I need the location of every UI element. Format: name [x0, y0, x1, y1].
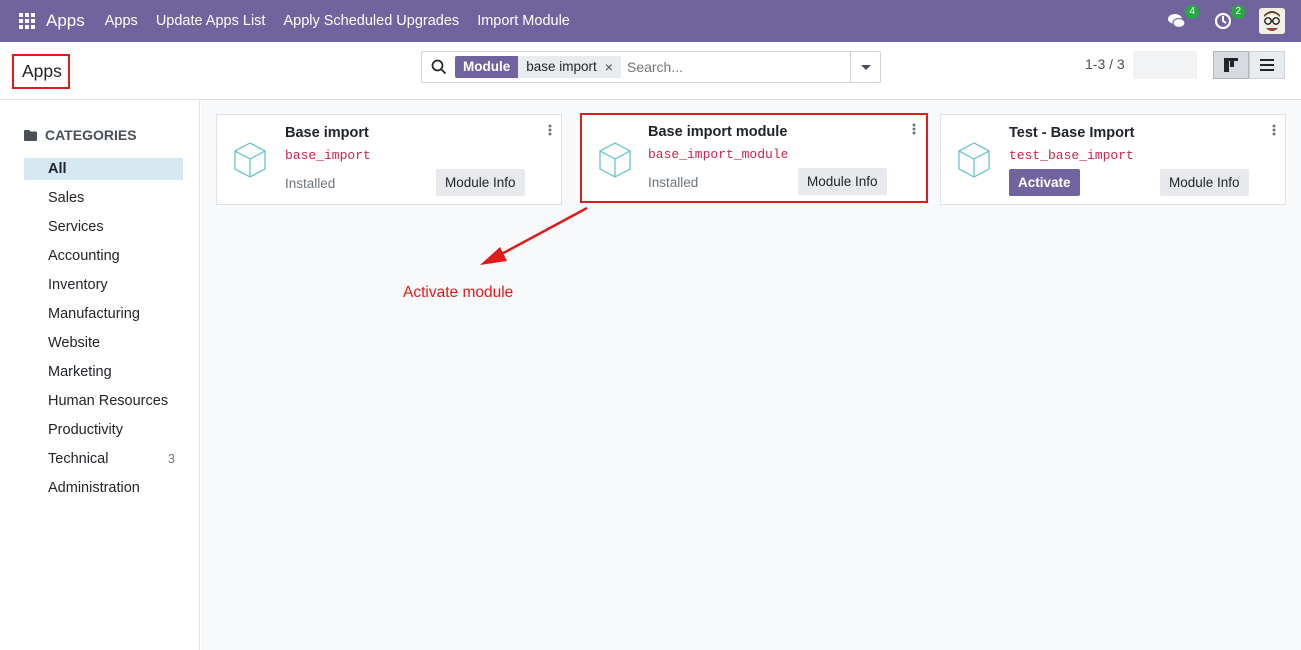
- kebab-menu-icon[interactable]: [548, 124, 552, 136]
- category-label: Sales: [48, 190, 85, 206]
- control-panel: Apps Module base import × 1-3 / 3: [0, 42, 1301, 100]
- module-info-button[interactable]: Module Info: [798, 168, 887, 195]
- category-label: Technical: [48, 451, 109, 467]
- module-title: Test - Base Import: [1009, 125, 1135, 141]
- module-info-button[interactable]: Module Info: [1160, 169, 1249, 196]
- search-icon: [431, 59, 447, 75]
- annotation-text: Activate module: [403, 284, 514, 301]
- menu-update-apps-list[interactable]: Update Apps List: [156, 13, 266, 29]
- caret-down-icon: [860, 64, 871, 70]
- pager-previous-button[interactable]: [1133, 51, 1165, 79]
- category-manufacturing[interactable]: Manufacturing: [24, 303, 183, 332]
- category-human-resources[interactable]: Human Resources: [24, 390, 183, 419]
- menu-apply-scheduled-upgrades[interactable]: Apply Scheduled Upgrades: [283, 13, 459, 29]
- app-brand[interactable]: Apps: [46, 11, 85, 31]
- module-status: Installed: [285, 176, 336, 191]
- search-input[interactable]: [626, 59, 847, 75]
- category-services[interactable]: Services: [24, 216, 183, 245]
- category-technical[interactable]: Technical 3: [24, 448, 183, 477]
- pager-value[interactable]: 1-3 / 3: [1085, 56, 1125, 72]
- list-icon: [1260, 59, 1274, 71]
- pager-next-button[interactable]: [1165, 51, 1197, 79]
- category-list: All Sales Services Accounting Inventory …: [24, 158, 183, 506]
- top-navbar: Apps Apps Update Apps List Apply Schedul…: [0, 0, 1301, 42]
- app-menu-grid-icon[interactable]: [19, 13, 35, 29]
- category-label: Services: [48, 219, 104, 235]
- category-label: Accounting: [48, 248, 120, 264]
- facet-value: base import ×: [518, 56, 621, 78]
- breadcrumb[interactable]: Apps: [22, 61, 62, 82]
- module-card-base-import[interactable]: Base import base_import Installed Module…: [216, 114, 562, 205]
- category-inventory[interactable]: Inventory: [24, 274, 183, 303]
- facet-label: Module: [455, 56, 519, 78]
- module-cube-icon: [234, 142, 266, 178]
- category-count: 3: [168, 452, 175, 466]
- category-label: Inventory: [48, 277, 108, 293]
- module-title: Base import module: [648, 124, 788, 140]
- search-facet: Module base import ×: [455, 56, 621, 78]
- category-marketing[interactable]: Marketing: [24, 361, 183, 390]
- module-cube-icon: [599, 142, 631, 178]
- menu-import-module[interactable]: Import Module: [477, 13, 570, 29]
- module-card-base-import-module[interactable]: Base import module base_import_module In…: [580, 113, 928, 203]
- activity-clock-icon[interactable]: 2: [1213, 5, 1245, 31]
- search-options-toggle[interactable]: [850, 52, 880, 82]
- breadcrumb-highlight: Apps: [12, 54, 70, 89]
- module-status: Installed: [648, 175, 699, 190]
- category-accounting[interactable]: Accounting: [24, 245, 183, 274]
- list-view-button[interactable]: [1249, 51, 1285, 79]
- module-card-test-base-import[interactable]: Test - Base Import test_base_import Acti…: [940, 114, 1286, 205]
- menu-apps[interactable]: Apps: [105, 13, 138, 29]
- chat-icon[interactable]: 4: [1167, 5, 1199, 31]
- chat-badge: 4: [1185, 5, 1199, 19]
- category-label: Website: [48, 335, 101, 351]
- category-sidebar: CATEGORIES All Sales Services Accounting…: [0, 101, 200, 650]
- category-all[interactable]: All: [24, 158, 183, 180]
- category-website[interactable]: Website: [24, 332, 183, 361]
- category-productivity[interactable]: Productivity: [24, 419, 183, 448]
- module-title: Base import: [285, 125, 369, 141]
- activity-badge: 2: [1231, 5, 1245, 19]
- activate-button[interactable]: Activate: [1009, 169, 1080, 196]
- categories-heading-text: CATEGORIES: [45, 127, 137, 143]
- facet-value-text: base import: [526, 59, 597, 74]
- category-sales[interactable]: Sales: [24, 187, 183, 216]
- category-label: Manufacturing: [48, 306, 140, 322]
- category-label: Productivity: [48, 422, 123, 438]
- kanban-view-button[interactable]: [1213, 51, 1249, 79]
- folder-icon: [24, 129, 37, 141]
- module-info-button[interactable]: Module Info: [436, 169, 525, 196]
- user-avatar[interactable]: [1259, 8, 1285, 34]
- module-technical-name: base_import_module: [648, 147, 789, 162]
- remove-facet-icon[interactable]: ×: [605, 56, 613, 78]
- kanban-area: Base import base_import Installed Module…: [201, 101, 1301, 650]
- search-bar[interactable]: Module base import ×: [421, 51, 881, 83]
- category-label: Administration: [48, 480, 140, 496]
- category-label: Human Resources: [48, 393, 169, 409]
- category-label: Marketing: [48, 364, 112, 380]
- module-technical-name: test_base_import: [1009, 148, 1134, 163]
- module-technical-name: base_import: [285, 148, 371, 163]
- kebab-menu-icon[interactable]: [1272, 124, 1276, 136]
- category-label: All: [48, 161, 67, 177]
- category-administration[interactable]: Administration: [24, 477, 183, 506]
- categories-heading: CATEGORIES: [24, 127, 137, 143]
- kanban-icon: [1224, 58, 1238, 72]
- module-cube-icon: [958, 142, 990, 178]
- kebab-menu-icon[interactable]: [912, 123, 916, 135]
